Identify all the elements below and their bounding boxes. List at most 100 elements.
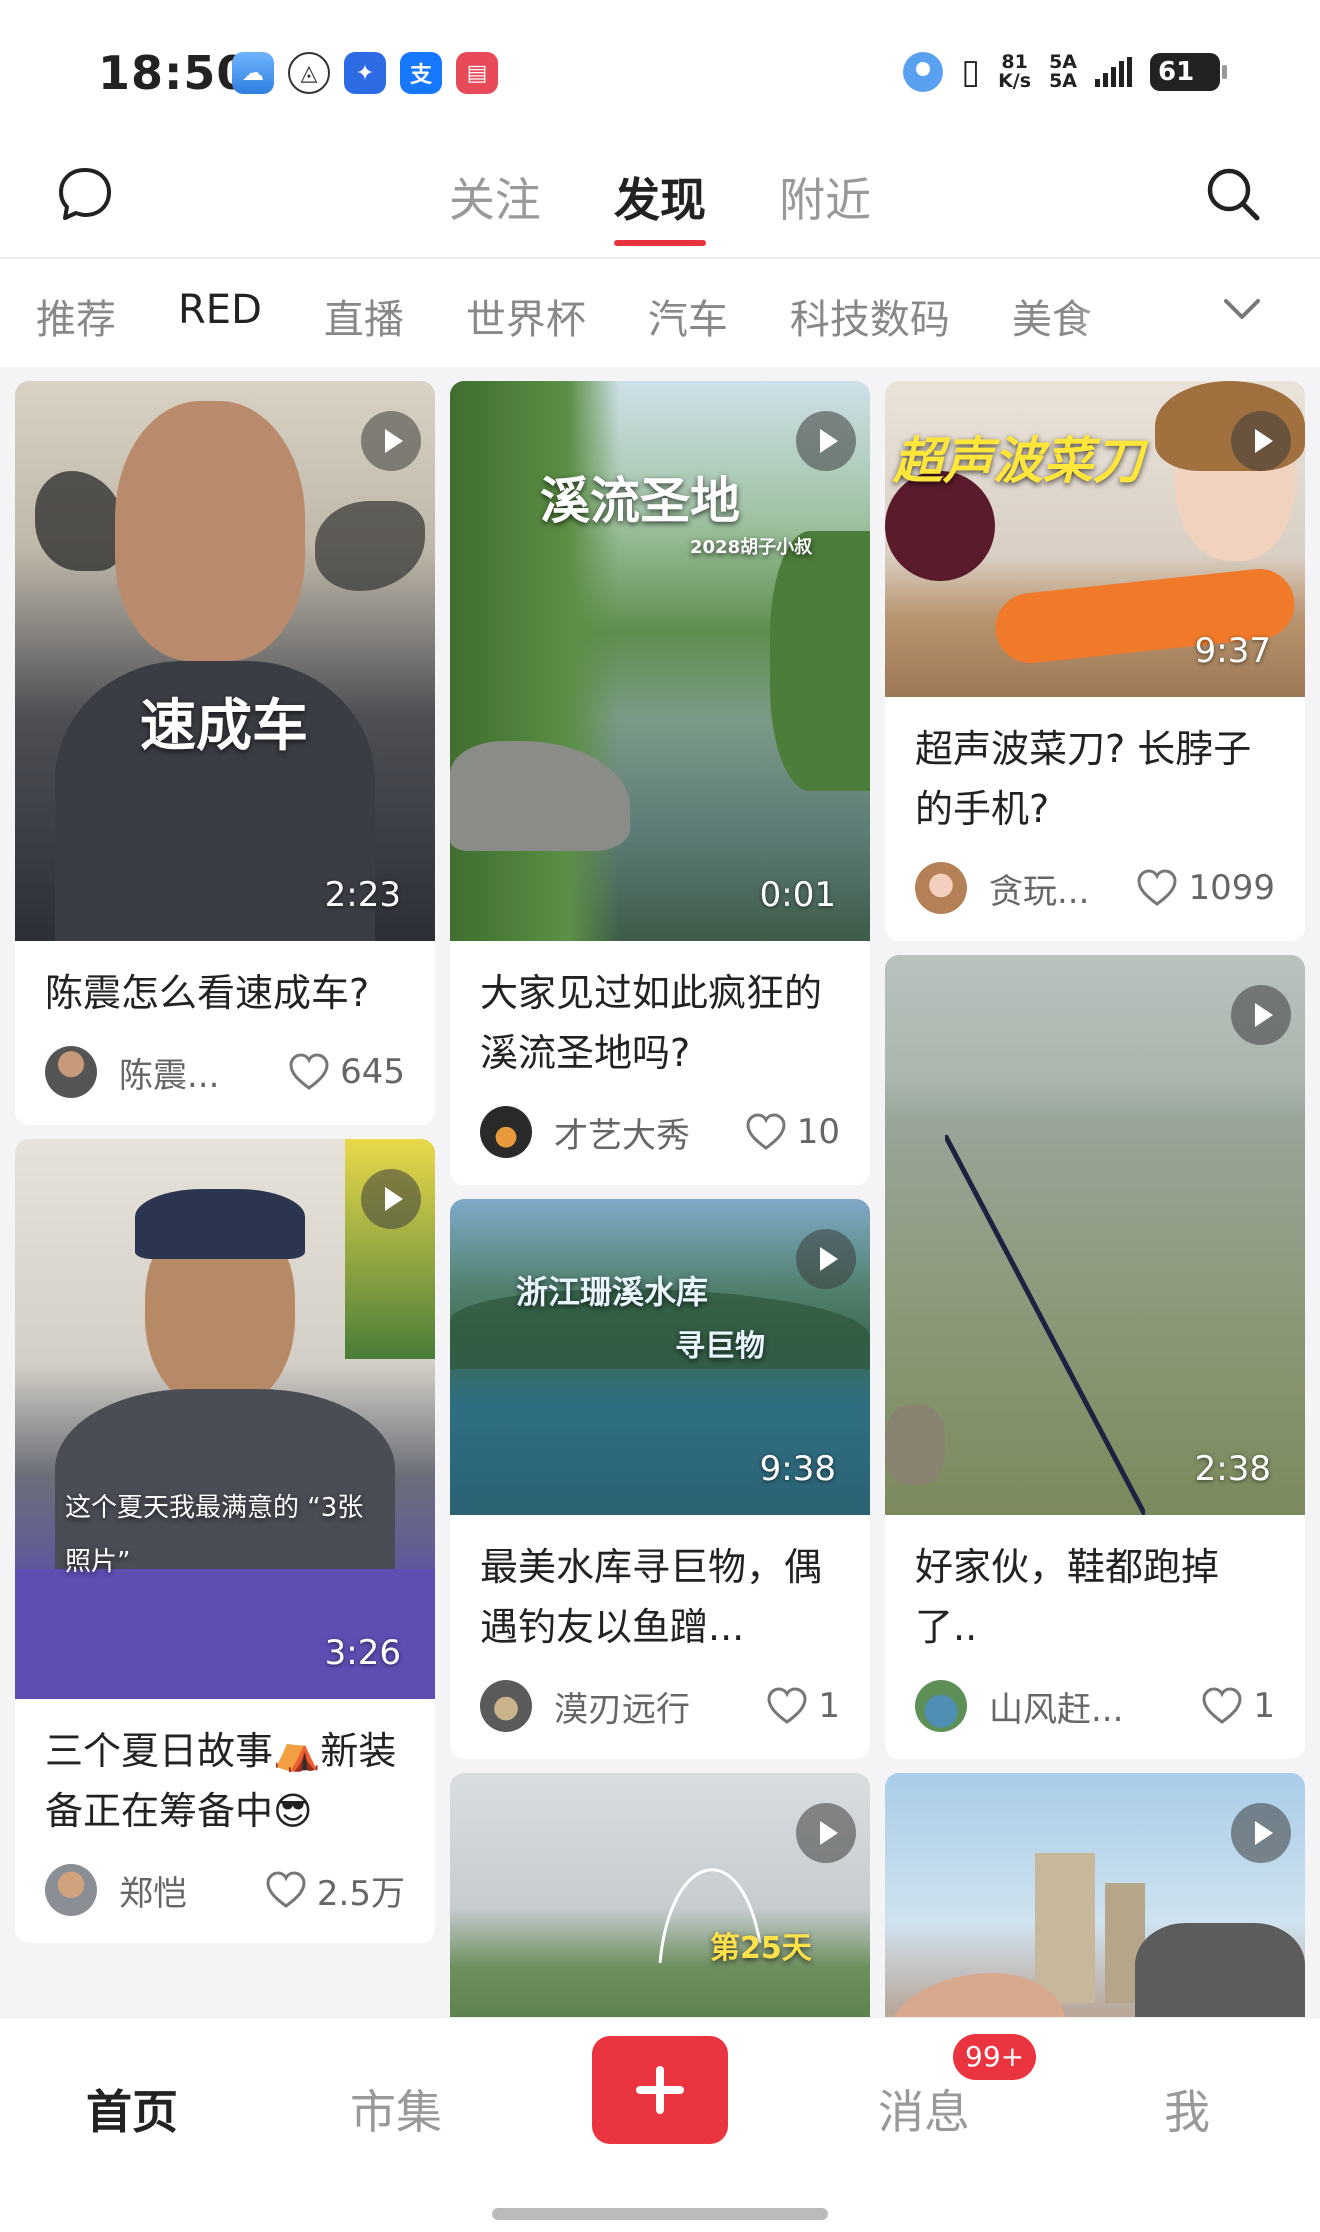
avatar[interactable] [45, 1046, 97, 1098]
play-icon [796, 411, 856, 471]
card-meta: 贪玩... 1099 [915, 861, 1275, 915]
nav-home[interactable]: 首页 [86, 2076, 178, 2142]
card-title[interactable]: 陈震怎么看速成车? [45, 963, 405, 1023]
video-duration: 9:38 [759, 1449, 836, 1489]
category-fade [1070, 259, 1320, 367]
like-count: 1 [818, 1686, 840, 1726]
home-indicator[interactable] [492, 2208, 828, 2220]
feed-column-3: 超声波菜刀 9:37 超声波菜刀? 长脖子的手机? 贪玩... 1099 2:3… [885, 381, 1305, 2017]
thumbnail-caption: 速成车 [140, 694, 308, 759]
card-title[interactable]: 最美水库寻巨物，偶遇钓友以鱼蹭... [480, 1537, 840, 1657]
category-live[interactable]: 直播 [324, 287, 404, 345]
card-meta: 漠刃远行 1 [480, 1679, 840, 1733]
feed-card[interactable]: 溪流圣地 2028胡子小叔 0:01 大家见过如此疯狂的溪流圣地吗? 才艺大秀 … [450, 381, 870, 1185]
feed-card[interactable]: 这个夏天我最满意的 “3张照片” 3:26 三个夏日故事⛺新装备正在筹备中😎 郑… [15, 1139, 435, 1943]
video-thumbnail[interactable]: 速成车 2:23 [15, 381, 435, 941]
card-title[interactable]: 超声波菜刀? 长脖子的手机? [915, 719, 1275, 839]
publish-button[interactable] [592, 2036, 728, 2144]
avatar[interactable] [480, 1680, 532, 1732]
bulb-icon: ✦ [344, 52, 386, 94]
weather-icon: ☁ [232, 52, 274, 94]
video-thumbnail[interactable]: 第25天 [450, 1773, 870, 2017]
video-duration: 3:26 [324, 1633, 401, 1673]
feed-card[interactable]: 2:38 好家伙，鞋都跑掉了.. 山风赶... 1 [885, 955, 1305, 1759]
nav-me[interactable]: 我 [1164, 2076, 1210, 2142]
feed-card[interactable] [885, 1773, 1305, 2017]
top-tabs: 关注 发现 附近 [0, 164, 1320, 246]
author-name[interactable]: 郑恺 [119, 1866, 243, 1915]
thumbnail-subcaption: 2028胡子小叔 [690, 537, 813, 558]
tab-follow[interactable]: 关注 [449, 164, 541, 230]
play-icon [1231, 411, 1291, 471]
feed-card[interactable]: 速成车 2:23 陈震怎么看速成车? 陈震... 645 [15, 381, 435, 1125]
category-recommend[interactable]: 推荐 [36, 287, 116, 345]
like-button[interactable]: 2.5万 [265, 1866, 405, 1915]
painting-decor [35, 471, 125, 571]
video-thumbnail[interactable]: 浙江珊溪水库 寻巨物 9:38 [450, 1199, 870, 1515]
category-tech[interactable]: 科技数码 [790, 287, 950, 345]
feed-column-1: 速成车 2:23 陈震怎么看速成车? 陈震... 645 这个夏天我最满意的 “… [15, 381, 435, 1957]
like-button[interactable]: 645 [288, 1052, 405, 1092]
video-thumbnail[interactable] [885, 1773, 1305, 2017]
nav-market[interactable]: 市集 [350, 2076, 442, 2142]
card-title[interactable]: 好家伙，鞋都跑掉了.. [915, 1537, 1275, 1657]
author-name[interactable]: 才艺大秀 [554, 1108, 714, 1157]
like-count: 1 [1253, 1686, 1275, 1726]
avatar[interactable] [480, 1106, 532, 1158]
like-button[interactable]: 1099 [1136, 868, 1275, 908]
thumbnail-caption: 超声波菜刀 [893, 432, 1143, 490]
like-count: 10 [796, 1112, 840, 1152]
reel-decor [1135, 1923, 1305, 2017]
category-red[interactable]: RED [178, 287, 262, 345]
tab-discover[interactable]: 发现 [614, 164, 706, 246]
sim-labels: 5A 5A [1049, 51, 1077, 92]
heart-icon [266, 1871, 306, 1908]
like-button[interactable]: 1 [766, 1686, 840, 1726]
thumbnail-caption: 第25天 [710, 1931, 812, 1966]
play-icon [796, 1803, 856, 1863]
heart-icon [1202, 1687, 1242, 1724]
feed-card[interactable]: 超声波菜刀 9:37 超声波菜刀? 长脖子的手机? 贪玩... 1099 [885, 381, 1305, 941]
feed-card[interactable]: 浙江珊溪水库 寻巨物 9:38 最美水库寻巨物，偶遇钓友以鱼蹭... 漠刃远行 … [450, 1199, 870, 1759]
book-icon: ▤ [456, 52, 498, 94]
feed-card[interactable]: 第25天 [450, 1773, 870, 2017]
card-title[interactable]: 大家见过如此疯狂的溪流圣地吗? [480, 963, 840, 1083]
rock-decor [885, 1405, 945, 1485]
message-badge: 99+ [953, 2034, 1037, 2080]
video-thumbnail[interactable]: 这个夏天我最满意的 “3张照片” 3:26 [15, 1139, 435, 1699]
avatar[interactable] [915, 1680, 967, 1732]
author-name[interactable]: 陈震... [119, 1048, 243, 1097]
heart-icon [289, 1053, 329, 1090]
author-name[interactable]: 贪玩... [989, 864, 1113, 913]
play-icon [361, 1169, 421, 1229]
card-title[interactable]: 三个夏日故事⛺新装备正在筹备中😎 [45, 1721, 405, 1841]
like-button[interactable]: 10 [745, 1112, 840, 1152]
nav-messages[interactable]: 消息 [878, 2076, 970, 2142]
card-body: 三个夏日故事⛺新装备正在筹备中😎 郑恺 2.5万 [15, 1699, 435, 1943]
card-meta: 陈震... 645 [45, 1045, 405, 1099]
cap-decor [135, 1189, 305, 1259]
video-thumbnail[interactable]: 超声波菜刀 9:37 [885, 381, 1305, 697]
thumbnail-subcaption: 寻巨物 [675, 1329, 765, 1364]
avatar[interactable] [915, 862, 967, 914]
category-worldcup[interactable]: 世界杯 [466, 287, 586, 345]
video-thumbnail[interactable]: 溪流圣地 2028胡子小叔 0:01 [450, 381, 870, 941]
avatar[interactable] [45, 1864, 97, 1916]
card-body: 陈震怎么看速成车? 陈震... 645 [15, 941, 435, 1125]
like-count: 1099 [1188, 868, 1275, 908]
chevron-down-icon[interactable] [1222, 295, 1262, 325]
like-button[interactable]: 1 [1201, 1686, 1275, 1726]
battery-icon: 61 [1150, 53, 1227, 91]
author-name[interactable]: 山风赶... [989, 1682, 1149, 1731]
tab-nearby[interactable]: 附近 [779, 164, 871, 230]
net-speed: 81 K/s [998, 51, 1032, 92]
search-icon[interactable] [1201, 162, 1265, 226]
category-car[interactable]: 汽车 [648, 287, 728, 345]
thumbnail-caption: 这个夏天我最满意的 “3张照片” [65, 1493, 364, 1577]
card-body: 好家伙，鞋都跑掉了.. 山风赶... 1 [885, 1515, 1305, 1759]
category-list: 推荐 RED 直播 世界杯 汽车 科技数码 美食 [36, 287, 1092, 345]
author-name[interactable]: 漠刃远行 [554, 1682, 714, 1731]
card-body: 最美水库寻巨物，偶遇钓友以鱼蹭... 漠刃远行 1 [450, 1515, 870, 1759]
video-thumbnail[interactable]: 2:38 [885, 955, 1305, 1515]
app-a-icon: ◬ [288, 52, 330, 94]
